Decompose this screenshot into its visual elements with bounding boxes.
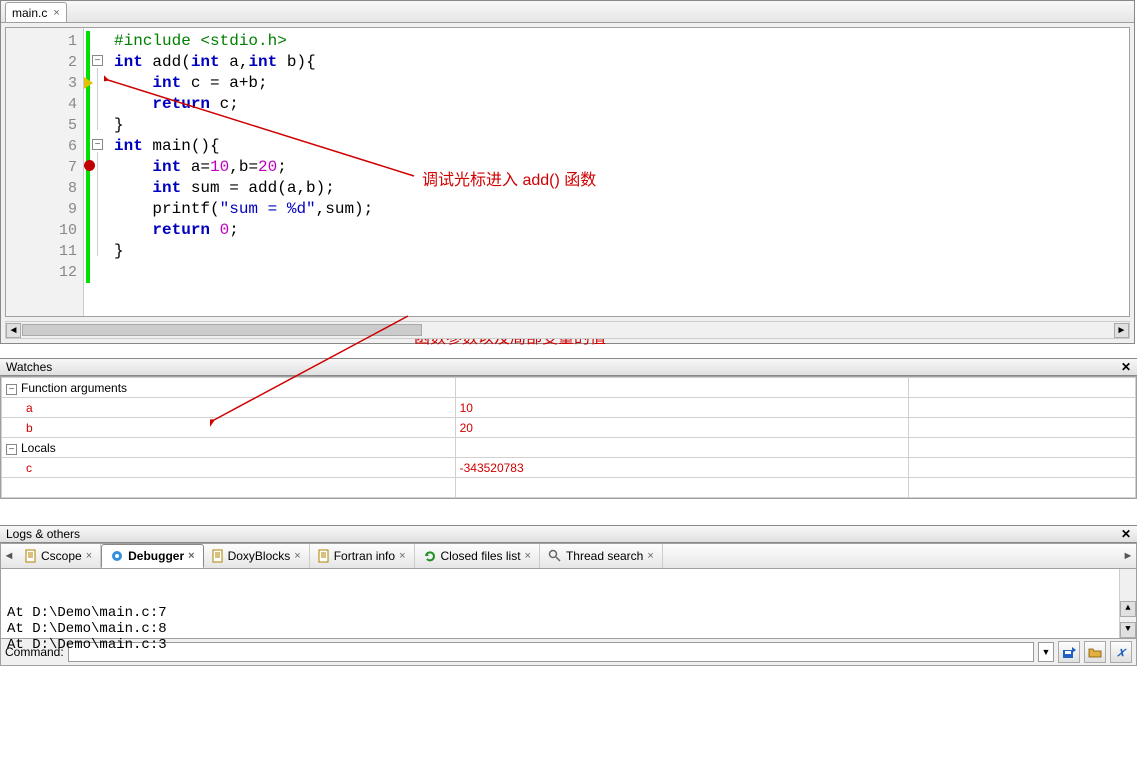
editor-area[interactable]: 123456789101112 #include <stdio.h>int ad…	[5, 27, 1130, 317]
watches-var-name: a	[26, 401, 33, 415]
logs-tab-label: Cscope	[41, 549, 82, 563]
close-icon[interactable]: ×	[647, 550, 653, 562]
editor-tab-main-c[interactable]: main.c ×	[5, 2, 67, 22]
watches-table[interactable]: −Function argumentsa10b20−Localsc-343520…	[1, 377, 1136, 498]
line-number[interactable]: 7	[6, 157, 83, 178]
search-icon	[548, 549, 562, 563]
close-icon[interactable]: ✕	[1121, 527, 1131, 541]
line-number[interactable]: 10	[6, 220, 83, 241]
line-number[interactable]: 5	[6, 115, 83, 136]
scrollbar-thumb[interactable]	[22, 324, 422, 336]
logs-panel-title: Logs & others ✕	[0, 525, 1137, 543]
current-line-arrow-icon	[84, 77, 93, 89]
scroll-left-arrow-icon[interactable]: ◄	[6, 323, 21, 338]
logs-tabstrip: ◄ Cscope×Debugger×DoxyBlocks×Fortran inf…	[0, 543, 1137, 569]
code-line[interactable]: return c;	[114, 94, 1129, 115]
log-vertical-scrollbar[interactable]: ▲ ▼	[1119, 569, 1136, 638]
collapse-icon[interactable]: −	[6, 384, 17, 395]
editor-tab-label: main.c	[12, 6, 47, 20]
tabstrip-scroll-right-icon[interactable]: ►	[1120, 550, 1136, 562]
document-icon	[212, 549, 224, 563]
watches-group-label: Function arguments	[21, 381, 127, 395]
logs-tab-cscope[interactable]: Cscope ×	[17, 544, 101, 568]
code-line[interactable]: int add(int a,int b){	[114, 52, 1129, 73]
code-line[interactable]: int sum = add(a,b);	[114, 178, 1129, 199]
breakpoint-icon[interactable]	[84, 160, 95, 171]
watches-variable-row[interactable]: a 10	[2, 398, 1136, 418]
log-line: At D:\Demo\main.c:3	[7, 637, 1130, 653]
line-number[interactable]: 4	[6, 94, 83, 115]
line-number[interactable]: 9	[6, 199, 83, 220]
editor-horizontal-scrollbar[interactable]: ◄ ►	[5, 321, 1130, 339]
watches-panel-title: Watches ✕	[0, 358, 1137, 376]
watches-var-name: c	[26, 461, 32, 475]
debugger-log-output[interactable]: At D:\Demo\main.c:7At D:\Demo\main.c:8At…	[0, 569, 1137, 639]
collapse-icon[interactable]: −	[6, 444, 17, 455]
logs-tab-label: Debugger	[128, 549, 184, 563]
watches-var-name: b	[26, 421, 33, 435]
logs-tab-label: Closed files list	[441, 549, 521, 563]
logs-tab-debugger[interactable]: Debugger ×	[101, 544, 203, 568]
scroll-down-arrow-icon[interactable]: ▼	[1120, 622, 1136, 638]
log-line: At D:\Demo\main.c:7	[7, 605, 1130, 621]
editor-gutter[interactable]: 123456789101112	[6, 28, 84, 316]
close-icon[interactable]: ✕	[1121, 360, 1131, 374]
document-icon	[318, 549, 330, 563]
fold-toggle-icon[interactable]: −	[92, 139, 103, 150]
logs-tab-label: Thread search	[566, 549, 643, 563]
watches-empty-row[interactable]	[2, 478, 1136, 498]
close-icon[interactable]: ×	[525, 550, 531, 562]
annotation-text: 调试光标进入 add() 函数	[422, 166, 596, 190]
code-line[interactable]: printf("sum = %d",sum);	[114, 199, 1129, 220]
code-line[interactable]: int c = a+b;	[114, 73, 1129, 94]
watches-title-label: Watches	[6, 360, 52, 374]
logs-tab-thread-search[interactable]: Thread search ×	[540, 544, 663, 568]
code-line[interactable]: return 0;	[114, 220, 1129, 241]
log-line: At D:\Demo\main.c:8	[7, 621, 1130, 637]
line-number[interactable]: 1	[6, 31, 83, 52]
close-icon[interactable]: ×	[86, 550, 92, 562]
close-icon[interactable]: ×	[53, 7, 59, 19]
watches-variable-row[interactable]: b 20	[2, 418, 1136, 438]
editor-tabbar: main.c ×	[1, 1, 1134, 23]
line-number[interactable]: 2	[6, 52, 83, 73]
line-number[interactable]: 11	[6, 241, 83, 262]
line-number[interactable]: 8	[6, 178, 83, 199]
logs-tab-label: Fortran info	[334, 549, 395, 563]
logs-tab-label: DoxyBlocks	[228, 549, 291, 563]
line-number[interactable]: 3	[6, 73, 83, 94]
code-view[interactable]: #include <stdio.h>int add(int a,int b){ …	[84, 28, 1129, 316]
watches-var-value: -343520783	[455, 458, 909, 478]
close-icon[interactable]: ×	[399, 550, 405, 562]
tabstrip-scroll-left-icon[interactable]: ◄	[1, 550, 17, 562]
line-number[interactable]: 12	[6, 262, 83, 283]
code-line[interactable]: #include <stdio.h>	[114, 31, 1129, 52]
code-line[interactable]: }	[114, 115, 1129, 136]
document-icon	[25, 549, 37, 563]
scroll-up-arrow-icon[interactable]: ▲	[1120, 601, 1136, 617]
code-line[interactable]: }	[114, 241, 1129, 262]
refresh-icon	[423, 549, 437, 563]
watches-var-value: 20	[455, 418, 909, 438]
code-line[interactable]: int main(){	[114, 136, 1129, 157]
logs-title-label: Logs & others	[6, 527, 80, 541]
logs-tab-closed-files-list[interactable]: Closed files list ×	[415, 544, 540, 568]
close-icon[interactable]: ×	[188, 550, 194, 562]
watches-variable-row[interactable]: c -343520783	[2, 458, 1136, 478]
logs-tab-fortran-info[interactable]: Fortran info ×	[310, 544, 415, 568]
fold-line	[97, 68, 98, 130]
line-number[interactable]: 6	[6, 136, 83, 157]
logs-tab-doxyblocks[interactable]: DoxyBlocks×	[204, 544, 310, 568]
watches-group-row[interactable]: −Locals	[2, 438, 1136, 458]
watches-var-value: 10	[455, 398, 909, 418]
watches-group-row[interactable]: −Function arguments	[2, 378, 1136, 398]
fold-toggle-icon[interactable]: −	[92, 55, 103, 66]
bug-icon	[110, 549, 124, 563]
fold-line	[97, 152, 98, 256]
close-icon[interactable]: ×	[294, 550, 300, 562]
watches-group-label: Locals	[21, 441, 56, 455]
code-line[interactable]: int a=10,b=20;	[114, 157, 1129, 178]
scroll-right-arrow-icon[interactable]: ►	[1114, 323, 1129, 338]
